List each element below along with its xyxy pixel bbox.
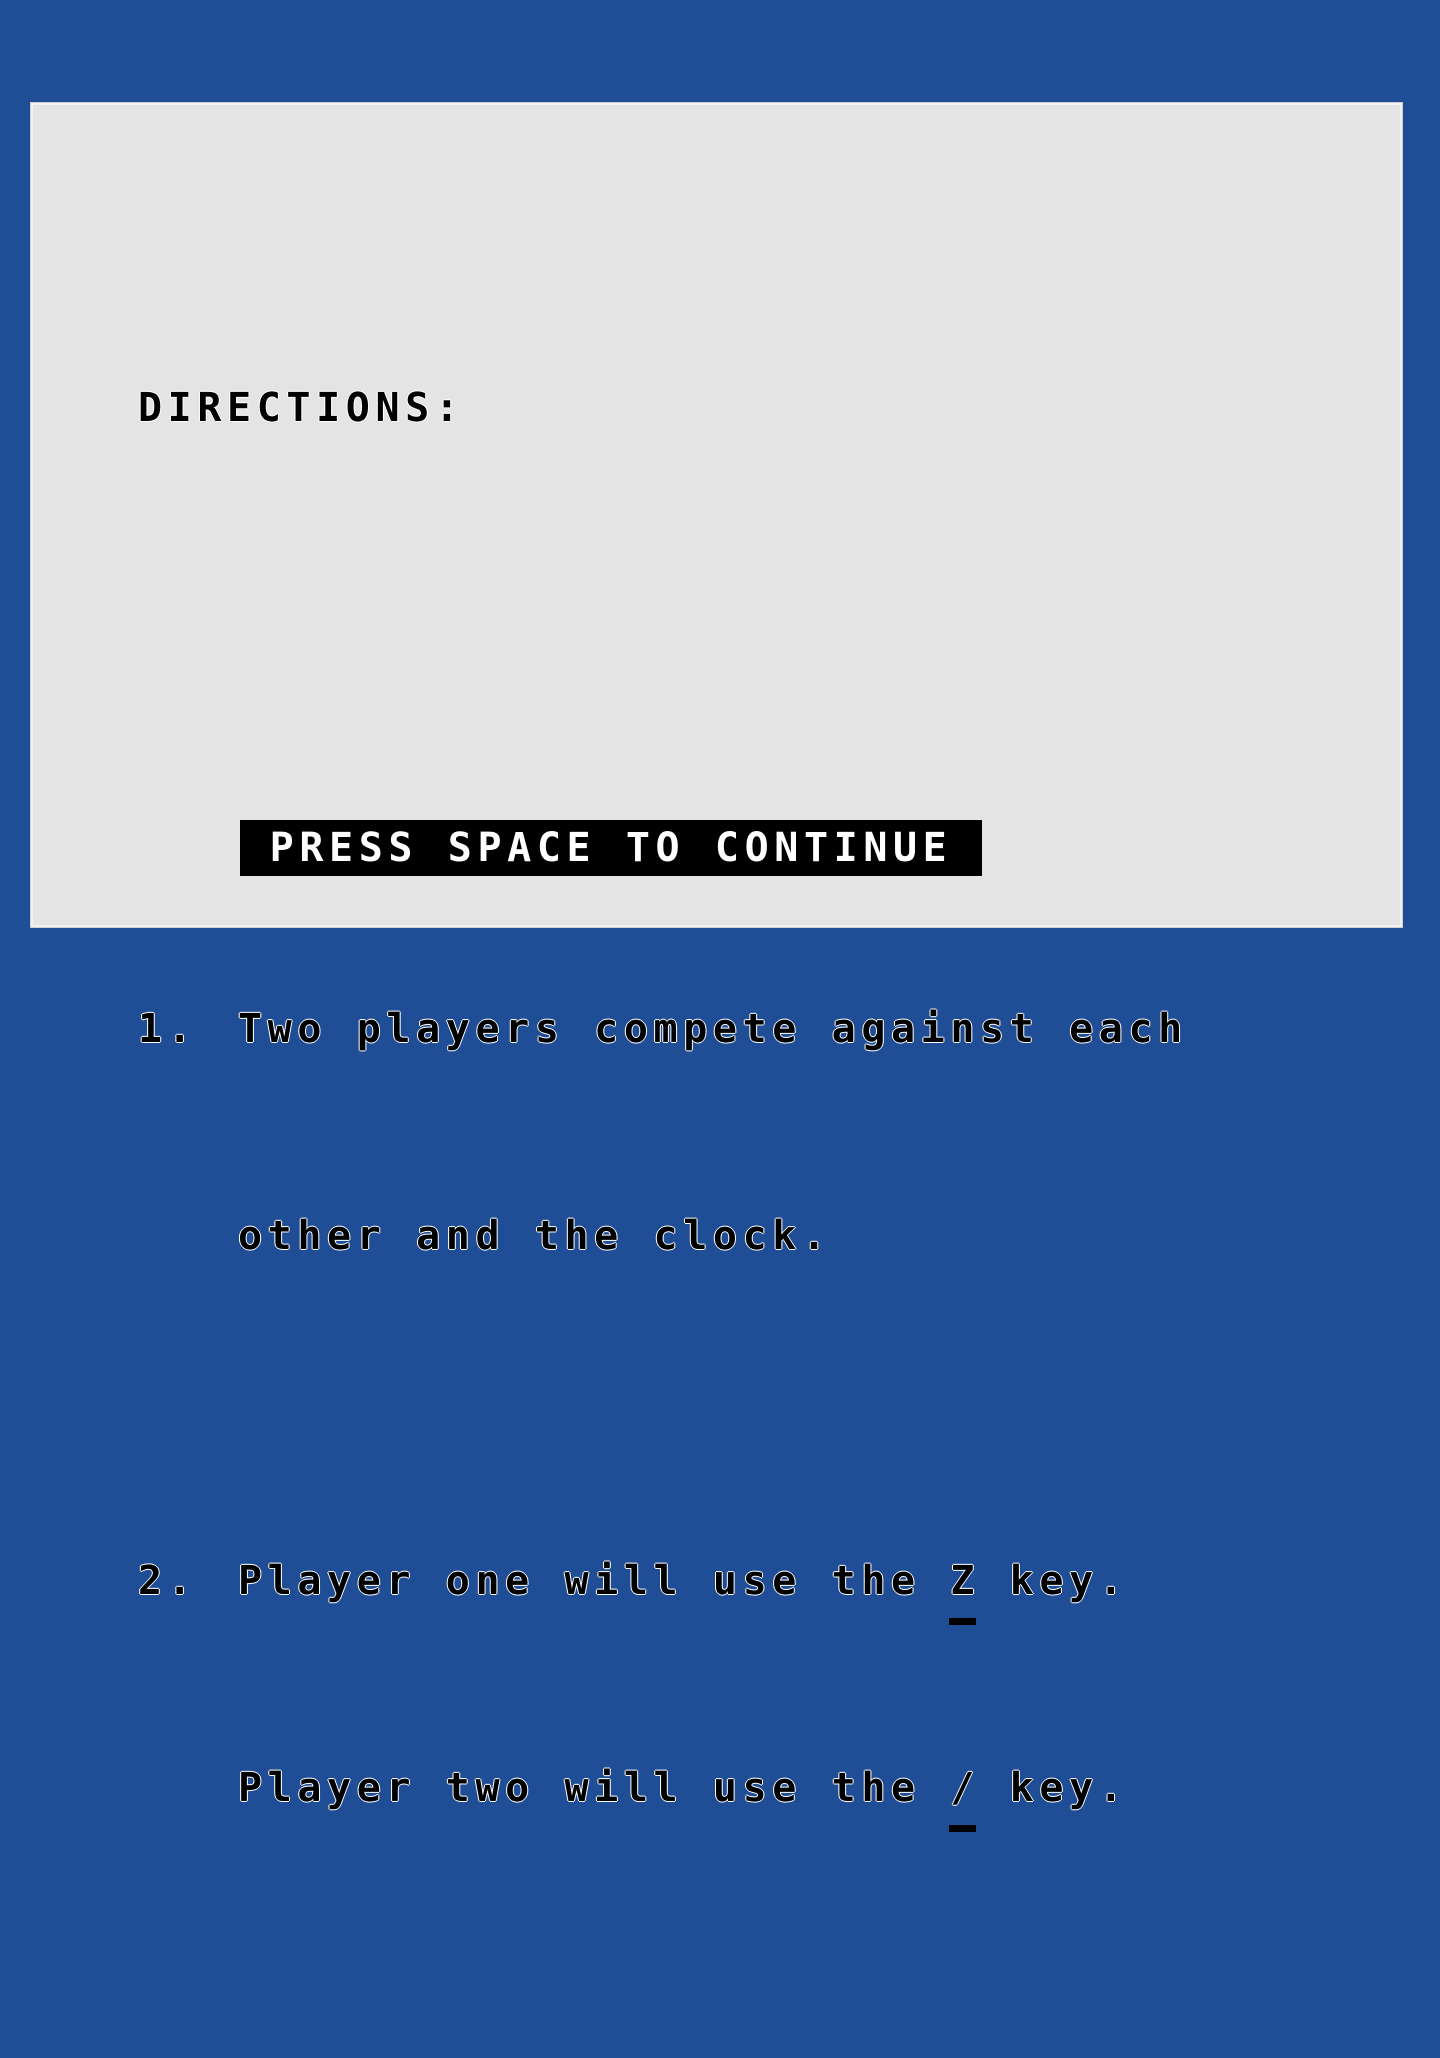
list-item: 2. Player one will use the Z key. xyxy=(138,1547,1188,1625)
list-item-text: Two players compete against each xyxy=(238,1006,1188,1052)
list-item-marker: 2. xyxy=(138,1558,198,1604)
player-one-text-before: Player one will use the xyxy=(238,1558,951,1604)
list-item-text: Player one will use the Z key. xyxy=(238,1547,1129,1625)
list-item-continued: Player two will use the / key. xyxy=(138,1754,1188,1832)
list-item: 1. Two players compete against each xyxy=(138,995,1188,1064)
directions-panel: DIRECTIONS: 1. Two players compete again… xyxy=(33,105,1400,1832)
game-screen: DIRECTIONS: 1. Two players compete again… xyxy=(0,0,1440,1832)
list-item-marker: 1. xyxy=(138,1006,198,1052)
player-two-text-after: key. xyxy=(980,1765,1129,1811)
title-spacer xyxy=(138,650,1188,719)
list-item-text-continued: other and the clock. xyxy=(238,1213,832,1259)
page-title: DIRECTIONS: xyxy=(138,385,465,431)
player-two-text-before: Player two will use the xyxy=(238,1765,951,1811)
directions-text-block: DIRECTIONS: 1. Two players compete again… xyxy=(138,167,1188,2058)
press-space-to-continue-prompt[interactable]: PRESS SPACE TO CONTINUE xyxy=(240,820,983,876)
key-z-glyph: Z xyxy=(949,1547,980,1625)
key-slash-glyph: / xyxy=(949,1754,980,1832)
player-one-text-after: key. xyxy=(980,1558,1129,1604)
list-item-text: Player two will use the / key. xyxy=(238,1754,1129,1832)
